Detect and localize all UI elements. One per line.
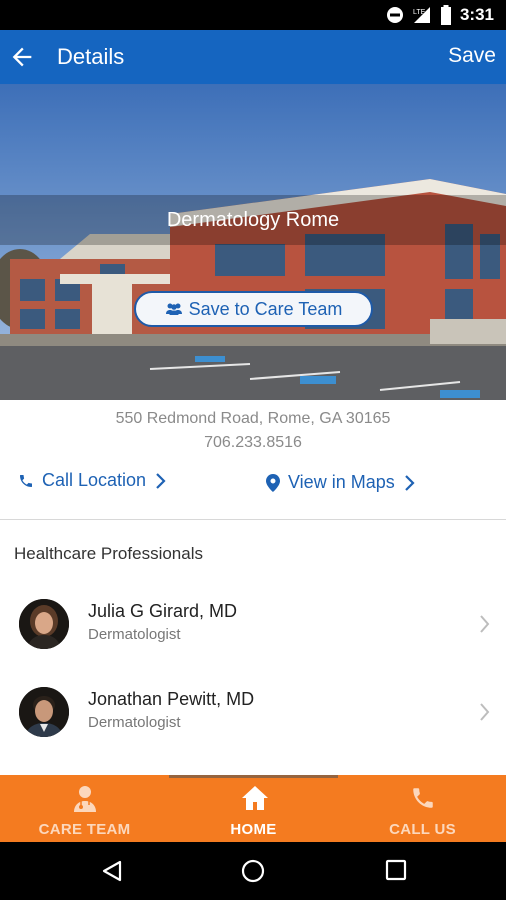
chevron-right-icon [480,703,490,721]
nav-call-us[interactable]: CALL US [338,775,506,842]
avatar [19,687,69,737]
list-item[interactable]: Jonathan Pewitt, MD Dermatologist [0,672,506,752]
professional-specialty: Dermatologist [88,626,181,643]
call-location-link[interactable]: Call Location [18,470,166,491]
group-icon [165,303,182,315]
back-arrow-icon[interactable] [8,43,36,71]
nav-home[interactable]: HOME [169,775,338,842]
doctor-icon [74,786,96,812]
nav-call-us-label: CALL US [389,821,456,838]
save-to-care-team-label: Save to Care Team [188,298,343,319]
chevron-right-icon [480,615,490,633]
location-name: Dermatology Rome [0,195,506,245]
professional-specialty: Dermatologist [88,714,181,731]
chevron-right-icon [156,472,166,489]
phone-icon [20,474,32,487]
do-not-disturb-icon [386,7,403,23]
phone-icon [413,788,433,808]
system-recents-icon[interactable] [385,859,407,881]
system-nav-bar [0,842,506,900]
status-bar: LTE 3:31 [0,0,506,30]
professional-name: Julia G Girard, MD [88,601,238,621]
professional-name: Jonathan Pewitt, MD [88,689,255,709]
signal-icon: LTE [413,7,430,23]
nav-care-team-label: CARE TEAM [38,821,131,838]
save-button[interactable]: Save [448,44,496,68]
phone-number: 706.233.8516 [204,434,302,451]
battery-icon [440,5,451,25]
svg-text:LTE: LTE [413,9,426,16]
list-item[interactable]: Julia G Girard, MD Dermatologist [0,584,506,664]
nav-home-label: HOME [230,821,277,838]
call-location-label: Call Location [42,470,147,490]
home-icon [242,786,268,810]
system-home-icon[interactable] [241,859,265,883]
map-pin-icon [266,473,280,492]
location-hero: Dermatology Rome Save to Care Team [0,84,506,400]
view-in-maps-label: View in Maps [288,472,395,492]
chevron-right-icon [404,474,415,491]
page-title: Details [57,44,125,69]
app-bar: Details Save [0,30,506,84]
address: 550 Redmond Road, Rome, GA 30165 [115,410,391,427]
save-to-care-team-button[interactable]: Save to Care Team [134,291,373,327]
bottom-nav: CARE TEAM HOME CALL US [0,775,506,842]
system-back-icon[interactable] [100,859,124,883]
nav-care-team[interactable]: CARE TEAM [0,775,169,842]
clock: 3:31 [459,5,494,24]
location-info: 550 Redmond Road, Rome, GA 30165 706.233… [0,400,506,520]
section-title: Healthcare Professionals [14,544,203,563]
view-in-maps-link[interactable]: View in Maps [266,472,415,493]
avatar [19,599,69,649]
